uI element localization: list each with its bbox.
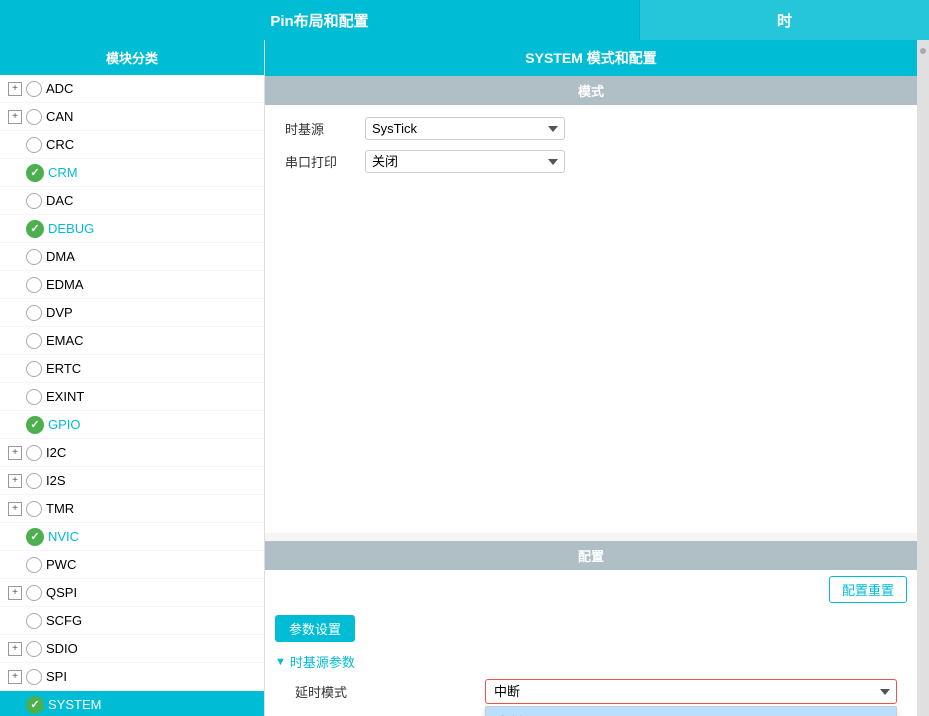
expand-icon-I2S: + (8, 474, 22, 488)
sidebar-item-NVIC[interactable]: NVIC (0, 523, 264, 551)
config-section: 配置 配置重置 参数设置 ▼ 时基源参数 延时模式 (265, 541, 917, 716)
sidebar-item-DVP[interactable]: DVP (0, 299, 264, 327)
expand-icon-I2C: + (8, 446, 22, 460)
expand-icon-ADC: + (8, 82, 22, 96)
sidebar-item-I2C[interactable]: + I2C (0, 439, 264, 467)
mode-row-chuankoudayin: 串口打印 关闭 (285, 150, 897, 173)
sidebar-item-CRM[interactable]: CRM (0, 159, 264, 187)
mode-label-chuankoudayin: 串口打印 (285, 152, 365, 171)
mode-row-shijiyuan: 时基源 SysTick (285, 117, 897, 140)
mode-section-title: 模式 (265, 76, 917, 105)
right-scrollbar (917, 40, 929, 716)
sidebar-item-TMR[interactable]: + TMR (0, 495, 264, 523)
sidebar-item-QSPI[interactable]: + QSPI (0, 579, 264, 607)
content-area: SYSTEM 模式和配置 模式 时基源 SysTick 串口打印 (265, 40, 917, 716)
config-section-title: 配置 (265, 541, 917, 570)
sidebar: 模块分类 + ADC + CAN CRC (0, 40, 265, 716)
page-title-text: Pin布局和配置 (270, 10, 368, 31)
radio-CAN (26, 109, 42, 125)
system-section-header: SYSTEM 模式和配置 (265, 40, 917, 76)
radio-DAC (26, 193, 42, 209)
radio-SCFG (26, 613, 42, 629)
mode-select-shijiyuan[interactable]: SysTick (365, 117, 565, 140)
radio-SPI (26, 669, 42, 685)
radio-ERTC (26, 361, 42, 377)
radio-I2C (26, 445, 42, 461)
check-GPIO (26, 416, 44, 434)
top-bar-right-tab[interactable]: 时 (639, 0, 929, 40)
radio-SDIO (26, 641, 42, 657)
mode-fields: 时基源 SysTick 串口打印 关闭 (265, 105, 917, 195)
spacer (265, 195, 917, 533)
expand-icon-QSPI: + (8, 586, 22, 600)
radio-PWC (26, 557, 42, 573)
check-NVIC (26, 528, 44, 546)
param-group: ▼ 时基源参数 延时模式 中断 轮询 中断 (265, 648, 917, 716)
sidebar-item-CRC[interactable]: CRC (0, 131, 264, 159)
param-group-title[interactable]: ▼ 时基源参数 (275, 648, 907, 675)
config-reset-bar: 配置重置 (265, 570, 917, 609)
tab-bar: 参数设置 (265, 609, 917, 648)
radio-QSPI (26, 585, 42, 601)
sidebar-item-SCFG[interactable]: SCFG (0, 607, 264, 635)
param-select-wrap: 中断 轮询 中断 轮询 (485, 679, 897, 704)
tab-param-button[interactable]: 参数设置 (275, 615, 355, 642)
mode-select-chuankoudayin[interactable]: 关闭 (365, 150, 565, 173)
sidebar-item-EMAC[interactable]: EMAC (0, 327, 264, 355)
sidebar-item-EXINT[interactable]: EXINT (0, 383, 264, 411)
sidebar-item-SPI[interactable]: + SPI (0, 663, 264, 691)
expand-icon-CAN: + (8, 110, 22, 124)
radio-CRC (26, 137, 42, 153)
sidebar-header: 模块分类 (0, 40, 264, 75)
radio-EXINT (26, 389, 42, 405)
expand-icon-SDIO: + (8, 642, 22, 656)
sidebar-item-SDIO[interactable]: + SDIO (0, 635, 264, 663)
scroll-indicator (920, 48, 926, 54)
top-bar: Pin布局和配置 时 (0, 0, 929, 40)
radio-EMAC (26, 333, 42, 349)
reset-button[interactable]: 配置重置 (829, 576, 907, 603)
radio-EDMA (26, 277, 42, 293)
check-DEBUG (26, 220, 44, 238)
expand-icon-TMR: + (8, 502, 22, 516)
mode-label-shijiyuan: 时基源 (285, 119, 365, 138)
radio-DMA (26, 249, 42, 265)
param-select-delay-mode[interactable]: 中断 轮询 (485, 679, 897, 704)
right-tab-label: 时 (777, 10, 792, 31)
sidebar-item-DEBUG[interactable]: DEBUG (0, 215, 264, 243)
param-row-delay-mode: 延时模式 中断 轮询 中断 轮询 (275, 675, 907, 708)
sidebar-item-CAN[interactable]: + CAN (0, 103, 264, 131)
check-CRM (26, 164, 44, 182)
radio-ADC (26, 81, 42, 97)
chevron-down-icon: ▼ (275, 656, 286, 668)
sidebar-item-I2S[interactable]: + I2S (0, 467, 264, 495)
sidebar-item-ERTC[interactable]: ERTC (0, 355, 264, 383)
radio-TMR (26, 501, 42, 517)
param-label-delay-mode: 延时模式 (285, 682, 485, 701)
mode-section-block: 模式 时基源 SysTick 串口打印 关闭 (265, 76, 917, 195)
sidebar-item-PWC[interactable]: PWC (0, 551, 264, 579)
sidebar-item-ADC[interactable]: + ADC (0, 75, 264, 103)
radio-I2S (26, 473, 42, 489)
page-title: Pin布局和配置 (0, 0, 639, 40)
sidebar-item-DMA[interactable]: DMA (0, 243, 264, 271)
delay-mode-dropdown: 中断 轮询 (485, 706, 897, 716)
sidebar-item-GPIO[interactable]: GPIO (0, 411, 264, 439)
dropdown-item-zhongduan[interactable]: 中断 (486, 707, 896, 716)
check-SYSTEM (26, 696, 44, 714)
radio-DVP (26, 305, 42, 321)
sidebar-item-EDMA[interactable]: EDMA (0, 271, 264, 299)
sidebar-item-SYSTEM[interactable]: SYSTEM (0, 691, 264, 716)
sidebar-item-DAC[interactable]: DAC (0, 187, 264, 215)
expand-icon-SPI: + (8, 670, 22, 684)
